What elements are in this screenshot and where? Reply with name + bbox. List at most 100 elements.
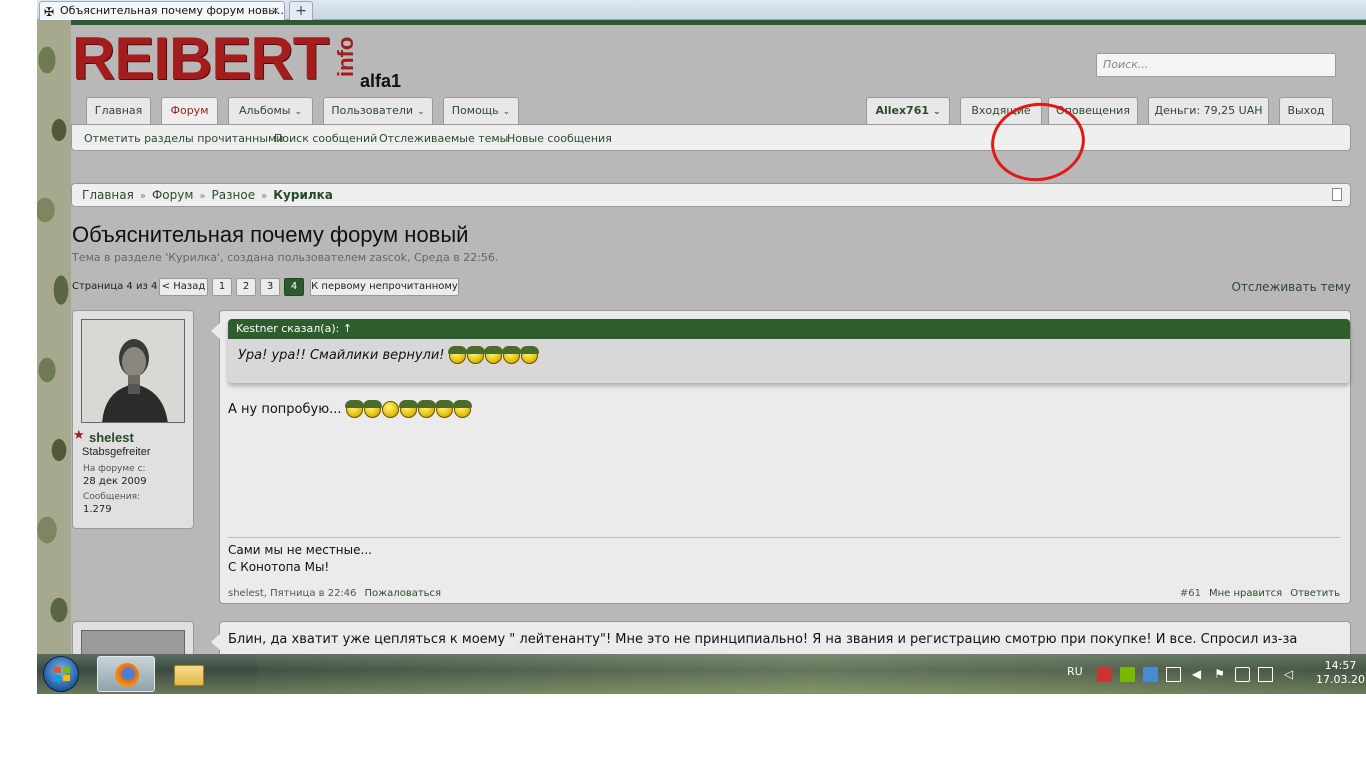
post-body-row: А ну попробую...	[228, 400, 472, 418]
new-tab-button[interactable]: +	[289, 1, 313, 20]
messages-value: 1.279	[83, 504, 112, 515]
prev-page-button[interactable]: < Назад	[159, 278, 208, 296]
smiley-icon	[465, 346, 485, 364]
folder-icon	[174, 665, 204, 686]
tab-help[interactable]: Помощь ⌄	[443, 97, 519, 124]
tab-logout[interactable]: Выход	[1279, 97, 1333, 124]
tab-money[interactable]: Деньги: 79,25 UAH	[1148, 97, 1269, 124]
page-4-button[interactable]: 4	[284, 278, 304, 296]
tab-label: Форум	[170, 104, 209, 117]
message-arrow	[211, 634, 220, 650]
signature-line-1: Сами мы не местные...	[228, 543, 372, 557]
flag-icon[interactable]: ⚑	[1212, 667, 1227, 682]
smiley-icon	[381, 401, 399, 418]
quote-text-row: Ура! ура!! Смайлики вернули!	[228, 339, 1350, 372]
joined-value: 28 дек 2009	[83, 476, 147, 487]
avatar[interactable]	[81, 319, 185, 423]
taskbar-explorer-button[interactable]	[161, 656, 219, 692]
breadcrumb-current[interactable]: Курилка	[273, 188, 333, 202]
breadcrumb: Главная » Форум » Разное » Курилка	[71, 183, 1351, 207]
monitor-icon[interactable]	[1166, 667, 1181, 682]
mark-read-link[interactable]: Отметить разделы прочитанными	[84, 132, 283, 145]
joined-label: На форуме с:	[83, 464, 146, 474]
tab-users[interactable]: Пользователи ⌄	[323, 97, 433, 124]
watch-thread-link[interactable]: Отслеживать тему	[1231, 280, 1351, 294]
chevron-down-icon: ⌄	[294, 107, 303, 117]
tab-forum[interactable]: Форум	[161, 97, 218, 125]
smiley-icon	[519, 346, 539, 364]
page-1-button[interactable]: 1	[212, 278, 232, 296]
smiley-icon	[452, 400, 472, 418]
rank-star-icon: ★	[73, 428, 85, 443]
thread-description: Тема в разделе 'Курилка', создана пользо…	[72, 251, 499, 264]
smiley-icon	[362, 400, 382, 418]
tab-label: Деньги: 79,25 UAH	[1154, 104, 1263, 117]
avatar-photo-icon	[82, 320, 184, 422]
speaker-icon[interactable]: ◀	[1189, 667, 1204, 682]
volume-icon[interactable]: ◁	[1281, 667, 1296, 682]
breadcrumb-home[interactable]: Главная	[82, 188, 134, 202]
message-arrow	[211, 323, 220, 339]
post-actions: #61 Мне нравится Ответить	[1172, 588, 1340, 599]
page-icon[interactable]	[1332, 188, 1342, 201]
post-meta: shelest, Пятница в 22:46 Пожаловаться	[228, 588, 441, 599]
like-link[interactable]: Мне нравится	[1209, 588, 1282, 599]
taskbar: RU ◀ ⚑ ◁ 14:57 17.03.20	[37, 654, 1366, 694]
browser-tab[interactable]: ✠ Объяснительная почему форум новы... ×	[39, 1, 285, 20]
breadcrumb-forum[interactable]: Форум	[152, 188, 193, 202]
clock-time: 14:57	[1324, 659, 1357, 672]
nvidia-icon[interactable]	[1120, 667, 1135, 682]
quote-text: Ура! ура!! Смайлики вернули!	[238, 348, 445, 363]
report-link[interactable]: Пожаловаться	[365, 588, 442, 599]
quote-header[interactable]: Kestner сказал(а): ↑	[228, 319, 1350, 339]
browser-tab-title: Объяснительная почему форум новы...	[60, 4, 285, 17]
page-3-button[interactable]: 3	[260, 278, 280, 296]
smiley-icon	[344, 400, 364, 418]
watched-threads-link[interactable]: Отслеживаемые темы	[379, 132, 508, 145]
tab-label: Альбомы	[238, 104, 291, 117]
search-posts-link[interactable]: Поиск сообщений	[274, 132, 377, 145]
site-favicon-icon: ✠	[44, 5, 55, 19]
camo-background	[37, 20, 71, 654]
network-app-icon[interactable]	[1143, 667, 1158, 682]
antivirus-icon[interactable]	[1097, 667, 1112, 682]
tab-user-menu[interactable]: Allex761 ⌄	[866, 97, 950, 124]
breadcrumb-sep: »	[139, 191, 146, 202]
page-title: Объяснительная почему форум новый	[72, 222, 469, 247]
tab-label: Allex761	[875, 104, 930, 117]
username[interactable]: shelest	[89, 430, 134, 445]
device-icon[interactable]	[1235, 667, 1250, 682]
forum-page: REIBERT info alfa1 Поиск... Главная Фору…	[71, 25, 1366, 681]
close-tab-icon[interactable]: ×	[271, 2, 280, 20]
post-number[interactable]: #61	[1180, 588, 1201, 599]
signature-divider	[228, 537, 1340, 538]
clock-date: 17.03.20	[1316, 673, 1365, 686]
search-input[interactable]: Поиск...	[1096, 53, 1336, 77]
new-posts-link[interactable]: Новые сообщения	[507, 132, 612, 145]
start-button[interactable]	[43, 656, 79, 692]
tab-home[interactable]: Главная	[86, 97, 151, 124]
smiley-icon	[416, 400, 436, 418]
breadcrumb-sep: »	[199, 191, 206, 202]
tab-label: Выход	[1287, 104, 1325, 117]
page-label: Страница 4 из 4	[72, 281, 158, 292]
tab-albums[interactable]: Альбомы ⌄	[228, 97, 313, 124]
chevron-down-icon: ⌄	[417, 107, 425, 117]
site-logo[interactable]: REIBERT	[72, 29, 329, 89]
post-author-date[interactable]: shelest, Пятница в 22:46	[228, 588, 357, 599]
quote-block: Kestner сказал(а): ↑ Ура! ура!! Смайлики…	[228, 319, 1350, 383]
language-indicator[interactable]: RU	[1067, 665, 1083, 678]
browser-tab-bar: ✠ Объяснительная почему форум новы... × …	[37, 0, 1366, 20]
first-unread-button[interactable]: К первому непрочитанному	[310, 278, 459, 296]
reply-link[interactable]: Ответить	[1290, 588, 1340, 599]
chevron-down-icon: ⌄	[933, 107, 941, 117]
page-2-button[interactable]: 2	[236, 278, 256, 296]
smiley-icon	[398, 400, 418, 418]
breadcrumb-misc[interactable]: Разное	[212, 188, 256, 202]
clock[interactable]: 14:57 17.03.20	[1316, 659, 1365, 687]
smiley-icon	[501, 346, 521, 364]
network-icon[interactable]	[1258, 667, 1273, 682]
user-rank: Stabsgefreiter	[82, 446, 151, 458]
sub-navigation: Отметить разделы прочитанными Поиск сооб…	[71, 124, 1351, 151]
taskbar-firefox-button[interactable]	[97, 656, 155, 692]
